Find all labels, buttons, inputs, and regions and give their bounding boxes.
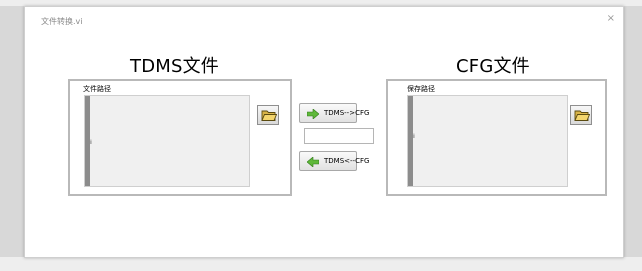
- cfg-to-tdms-button[interactable]: TDMS<--CFG: [299, 151, 369, 171]
- cfg-path-label: 保存路径: [407, 85, 435, 93]
- cfg-browse-button[interactable]: [570, 105, 592, 125]
- tdms-path-label: 文件路径: [83, 85, 111, 93]
- cfg-path-cursor: ⁞: [413, 133, 415, 140]
- cfg-path-scrollbar[interactable]: [408, 96, 413, 186]
- cfg-heading: CFG文件: [456, 56, 530, 77]
- tdms-to-cfg-label: TDMS-->CFG: [324, 109, 370, 117]
- tdms-path-input[interactable]: ⁞: [84, 95, 250, 187]
- conversion-status-field: [304, 128, 374, 144]
- folder-open-icon: [574, 110, 590, 121]
- dialog-window: 文件转换.vi × TDMS文件 文件路径 ⁞ TDMS-->CFG TDMS<…: [24, 6, 624, 258]
- tdms-to-cfg-button[interactable]: TDMS-->CFG: [299, 103, 369, 123]
- tdms-panel: 文件路径 ⁞: [68, 79, 292, 196]
- arrow-right-icon: [307, 109, 319, 119]
- close-icon[interactable]: ×: [607, 13, 615, 24]
- folder-open-icon: [261, 110, 277, 121]
- background-bottom-strip: [0, 257, 642, 271]
- arrow-left-icon: [307, 157, 319, 167]
- tdms-path-cursor: ⁞: [90, 139, 92, 146]
- tdms-browse-button[interactable]: [257, 105, 279, 125]
- window-title: 文件转换.vi: [41, 17, 83, 26]
- cfg-panel: 保存路径 ⁞: [386, 79, 607, 196]
- tdms-heading: TDMS文件: [130, 56, 220, 77]
- cfg-path-input[interactable]: ⁞: [407, 95, 568, 187]
- cfg-to-tdms-label: TDMS<--CFG: [324, 157, 370, 165]
